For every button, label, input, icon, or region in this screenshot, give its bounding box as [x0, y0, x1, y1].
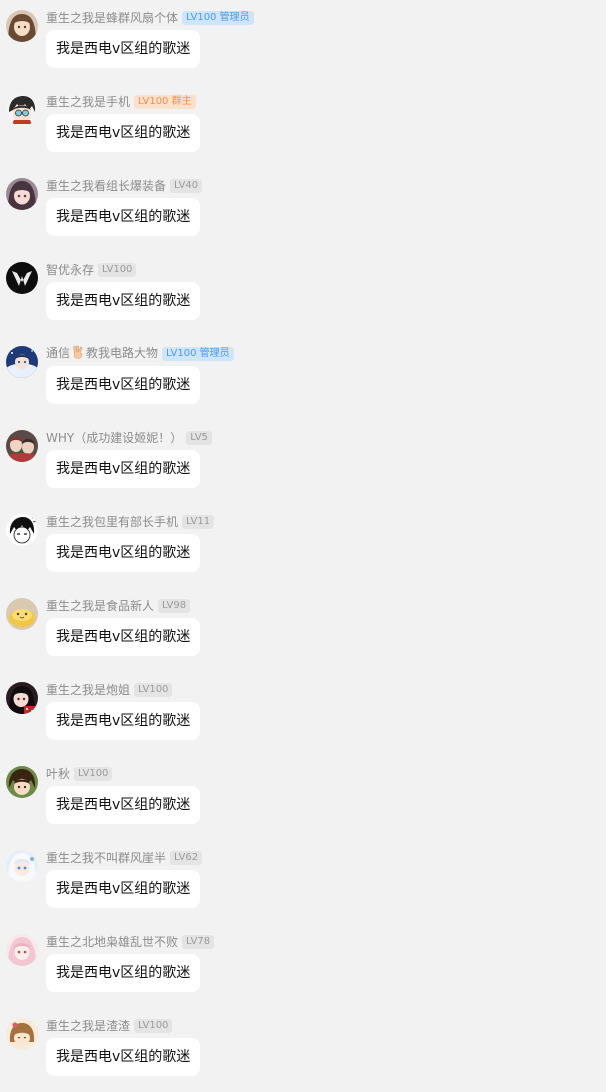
- level-badge: LV100: [134, 1019, 173, 1033]
- sender-name[interactable]: WHY（成功建设姬妮！）: [46, 428, 182, 448]
- message-bubble[interactable]: 我是西电v区组的歌迷: [46, 618, 201, 656]
- message-bubble[interactable]: 我是西电v区组的歌迷: [46, 1038, 201, 1076]
- sender-name[interactable]: 重生之我是食品新人: [46, 596, 154, 616]
- message-bubble[interactable]: 我是西电v区组的歌迷: [46, 366, 201, 404]
- level-badge: LV100: [134, 683, 173, 697]
- chat-message: 叶秋 LV100 我是西电v区组的歌迷: [0, 756, 606, 840]
- level-badge: LV100: [74, 767, 113, 781]
- anime-boy-glasses-avatar[interactable]: [6, 94, 38, 126]
- victory-hand-icon: [71, 345, 85, 365]
- chat-message: 重生之我包里有部长手机 LV11 我是西电v区组的歌迷: [0, 504, 606, 588]
- chat-message: 重生之我是渣渣 LV100 我是西电v区组的歌迷: [0, 1008, 606, 1092]
- sender-name[interactable]: 重生之我看组长爆装备: [46, 176, 166, 196]
- chat-message: 重生之我是蜂群风扇个体 LV100 管理员 我是西电v区组的歌迷: [0, 0, 606, 84]
- anime-starry-avatar[interactable]: [6, 346, 38, 378]
- message-bubble[interactable]: 我是西电v区组的歌迷: [46, 870, 201, 908]
- level-badge: LV5: [186, 431, 212, 445]
- level-badge: LV100 群主: [134, 95, 196, 109]
- chat-message-list[interactable]: 重生之我是蜂群风扇个体 LV100 管理员 我是西电v区组的歌迷 重生之我是手机…: [0, 0, 606, 1091]
- message-bubble[interactable]: 我是西电v区组的歌迷: [46, 534, 201, 572]
- message-bubble[interactable]: 我是西电v区组的歌迷: [46, 198, 201, 236]
- chat-message: 智优永存 LV100 我是西电v区组的歌迷: [0, 252, 606, 336]
- level-badge: LV100 管理员: [162, 347, 234, 361]
- anime-girl-red-avatar[interactable]: [6, 682, 38, 714]
- chat-message: WHY（成功建设姬妮！） LV5 我是西电v区组的歌迷: [0, 420, 606, 504]
- sender-name[interactable]: 重生之北地枭雄乱世不败: [46, 932, 178, 952]
- level-badge: LV98: [158, 599, 191, 613]
- message-bubble[interactable]: 我是西电v区组的歌迷: [46, 30, 201, 68]
- chat-message: 重生之北地枭雄乱世不败 LV78 我是西电v区组的歌迷: [0, 924, 606, 1008]
- message-bubble[interactable]: 我是西电v区组的歌迷: [46, 786, 201, 824]
- sender-name[interactable]: 智优永存: [46, 260, 94, 280]
- sender-name[interactable]: 重生之我是手机: [46, 92, 130, 112]
- message-bubble[interactable]: 我是西电v区组的歌迷: [46, 954, 201, 992]
- sender-name-part: 通信: [46, 346, 71, 360]
- sender-name[interactable]: 重生之我是蜂群风扇个体: [46, 8, 178, 28]
- sender-name[interactable]: 叶秋: [46, 764, 70, 784]
- sender-name[interactable]: 重生之我包里有部长手机: [46, 512, 178, 532]
- sender-name[interactable]: 重生之我是炮姐: [46, 680, 130, 700]
- level-badge: LV62: [170, 851, 203, 865]
- black-logo-avatar[interactable]: [6, 262, 38, 294]
- anime-white-hair-avatar[interactable]: [6, 850, 38, 882]
- message-bubble[interactable]: 我是西电v区组的歌迷: [46, 450, 201, 488]
- chat-message: 重生之我不叫群风崖半 LV62 我是西电v区组的歌迷: [0, 840, 606, 924]
- sender-name[interactable]: 通信 教我电路大物: [46, 343, 158, 365]
- message-bubble[interactable]: 我是西电v区组的歌迷: [46, 282, 201, 320]
- yellow-food-avatar[interactable]: [6, 598, 38, 630]
- sender-name[interactable]: 重生之我是渣渣: [46, 1016, 130, 1036]
- chat-message: 通信 教我电路大物 LV100 管理员 我是西电v区组的歌迷: [0, 336, 606, 420]
- chat-message: 重生之我是手机 LV100 群主 我是西电v区组的歌迷: [0, 84, 606, 168]
- anime-pink-avatar[interactable]: [6, 934, 38, 966]
- chat-message: 重生之我看组长爆装备 LV40 我是西电v区组的歌迷: [0, 168, 606, 252]
- message-bubble[interactable]: 我是西电v区组的歌迷: [46, 114, 201, 152]
- anime-girl-brown-hair-avatar[interactable]: [6, 10, 38, 42]
- anime-girl-dark-hair-avatar[interactable]: [6, 178, 38, 210]
- level-badge: LV40: [170, 179, 203, 193]
- manga-sketch-avatar[interactable]: [6, 514, 38, 546]
- anime-boy-brown-avatar[interactable]: [6, 766, 38, 798]
- chat-message: 重生之我是炮姐 LV100 我是西电v区组的歌迷: [0, 672, 606, 756]
- sender-name[interactable]: 重生之我不叫群风崖半: [46, 848, 166, 868]
- anime-chibi-avatar[interactable]: [6, 1018, 38, 1050]
- level-badge: LV78: [182, 935, 215, 949]
- sender-name-part: 教我电路大物: [86, 346, 159, 360]
- level-badge: LV11: [182, 515, 215, 529]
- level-badge: LV100 管理员: [182, 11, 254, 25]
- chat-message: 重生之我是食品新人 LV98 我是西电v区组的歌迷: [0, 588, 606, 672]
- anime-group-avatar[interactable]: [6, 430, 38, 462]
- message-bubble[interactable]: 我是西电v区组的歌迷: [46, 702, 201, 740]
- level-badge: LV100: [98, 263, 137, 277]
